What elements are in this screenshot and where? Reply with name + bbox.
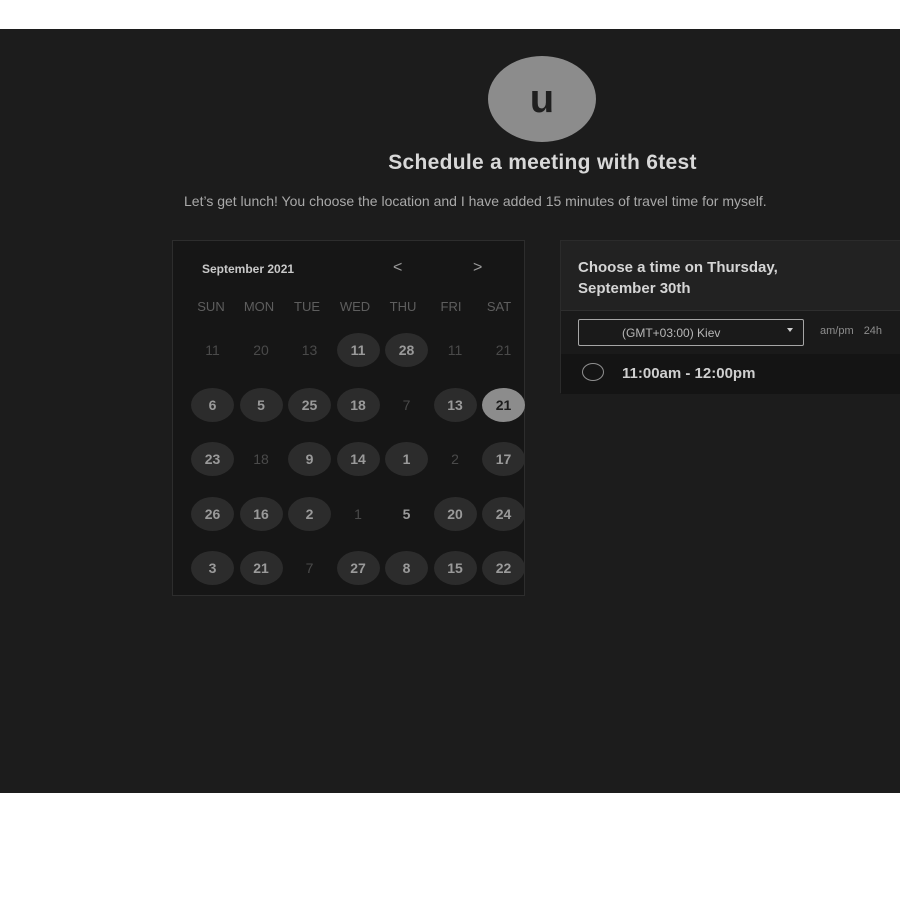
calendar-day[interactable]: 17 [482,442,525,476]
weekday-thu: THU [389,299,417,314]
calendar-day[interactable]: 6 [191,387,234,422]
weekday-sun: SUN [197,299,225,314]
calendar-day[interactable]: 3 [191,551,234,585]
format-ampm-option[interactable]: am/pm [820,325,854,337]
chevron-left-icon[interactable]: < [393,259,402,277]
calendar-day: 1 [354,505,362,522]
calendar-day[interactable]: 13 [433,387,477,422]
calendar-day[interactable]: 5 [239,387,283,422]
calendar-days-grid: 11 20 13 11 28 11 21 6 5 25 18 7 13 21 23 18 9 14 1 2 17 26 16… [191,333,531,606]
calendar-day[interactable]: 16 [239,496,283,531]
calendar-day: 7 [305,560,314,576]
weekday-tue: TUE [294,299,320,314]
weekday-header: SUN MON TUE WED THU FRI SAT [187,299,527,314]
time-panel-heading: Choose a time on Thursday, September 30t… [578,259,778,297]
time-format-toggle: am/pm 24h [820,325,889,337]
timezone-value: (GMT+03:00) Kiev [622,325,721,340]
time-selection-panel: Choose a time on Thursday, September 30t… [560,240,900,394]
caret-down-icon [787,328,793,332]
calendar-day[interactable]: 23 [191,442,234,476]
time-slot-row[interactable]: 11:00am - 12:00pm [561,354,900,394]
calendar-day[interactable]: 21 [239,551,283,585]
calendar-day: 11 [447,342,463,358]
calendar-day: 20 [253,342,269,358]
calendar-day[interactable]: 14 [336,442,380,476]
weekday-fri: FRI [440,299,462,314]
calendar-day[interactable]: 25 [288,387,331,422]
meeting-description: Let’s get lunch! You choose the location… [184,193,767,209]
calendar-day[interactable]: 20 [433,496,477,531]
format-24h-option[interactable]: 24h [864,325,882,337]
calendar-day[interactable]: 11 [336,333,380,367]
weekday-wed: WED [339,299,371,314]
calendar: September 2021 < > SUN MON TUE WED THU F… [172,240,525,596]
timezone-select[interactable]: (GMT+03:00) Kiev [578,319,804,346]
weekday-mon: MON [243,299,275,314]
radio-circle-icon[interactable] [582,363,604,381]
calendar-day: 5 [402,505,411,522]
time-slot-label: 11:00am - 12:00pm [622,365,756,382]
calendar-day[interactable]: 2 [288,496,331,531]
calendar-day[interactable]: 24 [482,496,525,531]
time-panel-header: Choose a time on Thursday, September 30t… [561,241,900,311]
calendar-day[interactable]: 15 [433,551,477,585]
calendar-day[interactable]: 18 [336,387,380,422]
calendar-day: 18 [253,451,269,467]
calendar-day: 21 [495,342,512,358]
calendar-day[interactable]: 1 [385,442,428,476]
month-label: September 2021 [202,262,295,276]
calendar-day: 13 [301,342,318,358]
page-title: Schedule a meeting with 6test [388,151,697,174]
calendar-day[interactable]: 8 [385,551,428,585]
scheduling-page: u Schedule a meeting with 6test Let’s ge… [0,29,900,793]
calendar-day: 7 [402,396,411,413]
calendar-day: 11 [205,342,220,358]
weekday-sat: SAT [486,299,512,314]
calendar-day[interactable]: 28 [385,333,428,367]
calendar-day[interactable]: 21 [482,387,525,422]
calendar-day[interactable]: 27 [336,551,380,585]
avatar: u [488,56,596,142]
chevron-right-icon[interactable]: > [473,259,482,277]
calendar-day[interactable]: 22 [482,551,525,585]
calendar-day[interactable]: 9 [288,442,331,476]
calendar-day[interactable]: 26 [191,496,234,531]
calendar-day: 2 [451,451,459,467]
avatar-letter: u [529,76,555,121]
